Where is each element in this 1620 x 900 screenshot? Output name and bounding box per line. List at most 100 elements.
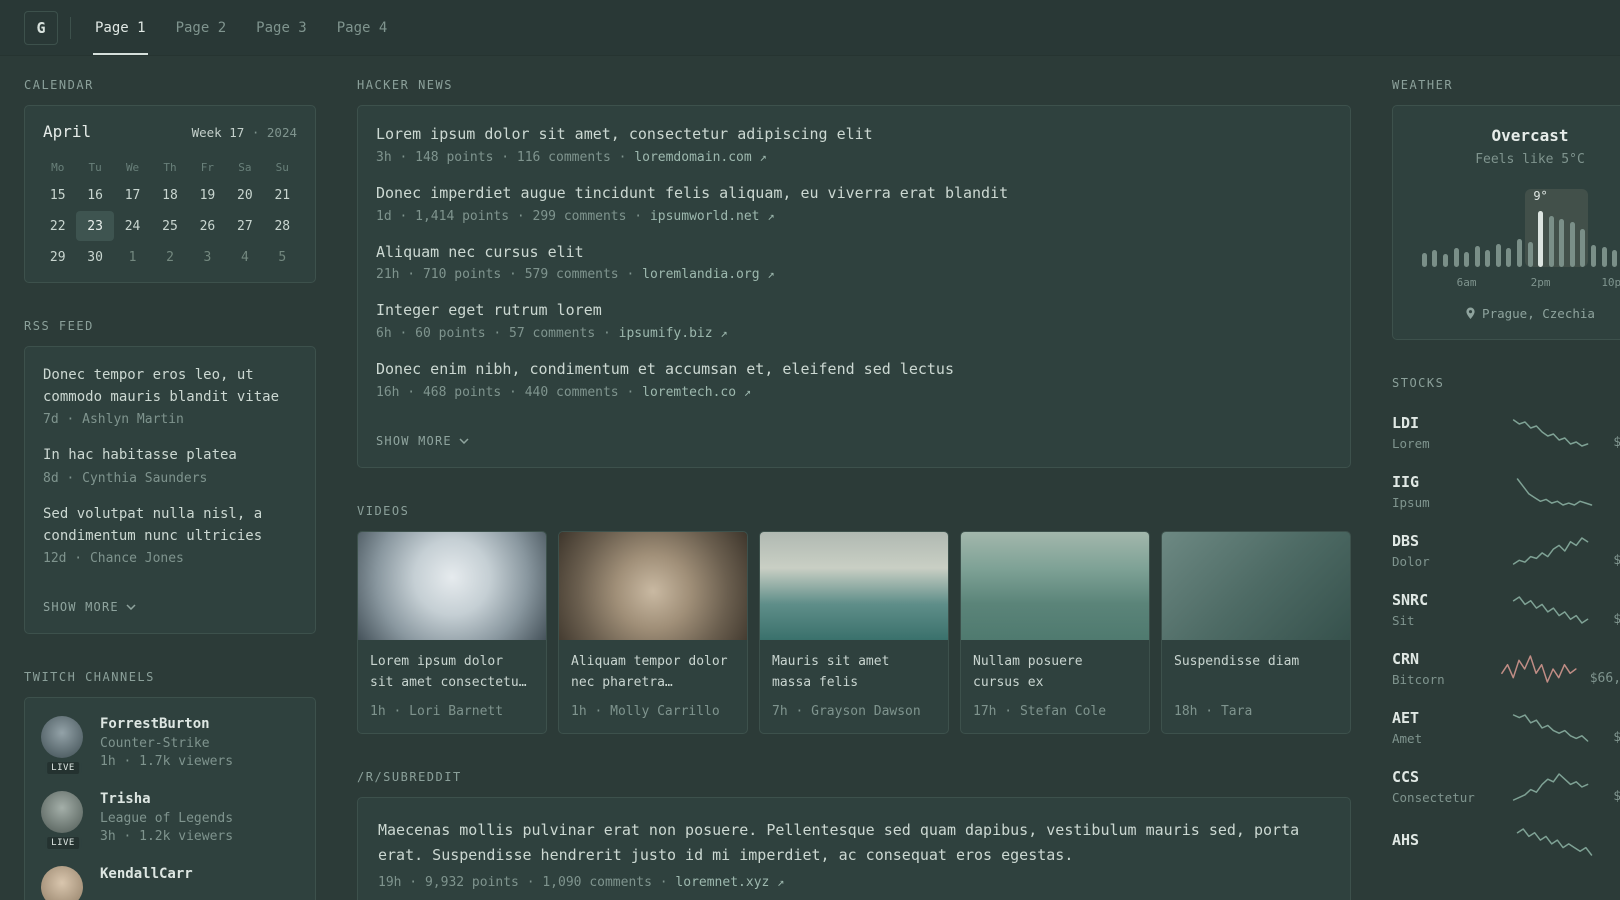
video-thumbnail[interactable] xyxy=(961,531,1149,640)
videos-widget: VIDEOS Lorem ipsum dolor sit amet consec… xyxy=(357,504,1351,734)
stock-sparkline xyxy=(1512,536,1589,565)
hn-item-domain-link[interactable]: loremlandia.org xyxy=(642,267,759,282)
stock-ticker: CCS xyxy=(1392,768,1420,786)
rss-item[interactable]: Donec tempor eros leo, ut commodo mauris… xyxy=(43,365,297,427)
tab-page-1[interactable]: Page 1 xyxy=(93,0,148,55)
rss-item[interactable]: Sed volutpat nulla nisl, a condimentum n… xyxy=(43,504,297,566)
hn-item[interactable]: Donec imperdiet augue tincidunt felis al… xyxy=(376,183,1332,224)
calendar-week-year: Week 17 · 2024 xyxy=(192,125,297,140)
tab-page-2[interactable]: Page 2 xyxy=(174,0,229,55)
weather-feels-like: Feels like 5°C xyxy=(1475,152,1585,167)
stock-row[interactable]: AET Amet +0.92% $499.72 xyxy=(1392,698,1620,757)
hn-item-domain-link[interactable]: loremtech.co xyxy=(642,385,736,400)
rss-item-title[interactable]: Sed volutpat nulla nisl, a condimentum n… xyxy=(43,504,297,547)
video-card[interactable]: Nullam posuere cursus ex 17h · Stefan Co… xyxy=(960,530,1150,734)
hn-item-title[interactable]: Aliquam nec cursus elit xyxy=(376,242,1332,264)
rss-item-title[interactable]: Donec tempor eros leo, ut commodo mauris… xyxy=(43,365,297,408)
separator-dot: · xyxy=(626,267,635,283)
channel-avatar xyxy=(41,791,83,834)
stock-row[interactable]: CCS Consectetur +0.51% $165.84 xyxy=(1392,757,1620,816)
video-thumbnail[interactable] xyxy=(760,531,948,640)
hn-item-title[interactable]: Integer eget rutrum lorem xyxy=(376,300,1332,322)
app-logo[interactable]: G xyxy=(24,10,58,45)
separator-dot: · xyxy=(251,125,260,140)
channel-game[interactable]: League of Legends xyxy=(100,811,233,826)
calendar-year: 2024 xyxy=(266,125,297,140)
hn-item-domain-link[interactable]: ipsumify.biz xyxy=(619,326,713,341)
calendar-day: 16 xyxy=(87,187,103,203)
hn-item-title[interactable]: Lorem ipsum dolor sit amet, consectetur … xyxy=(376,124,1332,146)
stock-row[interactable]: LDI Lorem +4.35% $795.18 xyxy=(1392,403,1620,462)
channel-name[interactable]: Trisha xyxy=(100,791,233,807)
video-title[interactable]: Suspendisse diam xyxy=(1174,652,1338,694)
weather-hour-bar xyxy=(1506,248,1512,267)
calendar-day: 5 xyxy=(278,249,287,265)
twitch-channel-row[interactable]: LIVE Trisha League of Legends 3h · 1.2k … xyxy=(41,791,299,852)
hn-item[interactable]: Lorem ipsum dolor sit amet, consectetur … xyxy=(376,124,1332,165)
weather-hour-bar xyxy=(1432,250,1438,267)
hn-item[interactable]: Donec enim nibh, condimentum et accumsan… xyxy=(376,359,1332,400)
stock-row[interactable]: IIG Ipsum +2.84% $42.04 xyxy=(1392,462,1620,521)
weather-hour-bar xyxy=(1516,239,1522,267)
video-card[interactable]: Aliquam tempor dolor nec pharetra… 1h · … xyxy=(558,530,748,734)
weather-hour-bar xyxy=(1453,248,1459,267)
stock-ticker: LDI xyxy=(1392,414,1420,432)
video-thumbnail[interactable] xyxy=(1162,531,1350,640)
hn-item-title[interactable]: Donec enim nibh, condimentum et accumsan… xyxy=(376,359,1332,381)
channel-name[interactable]: ForrestBurton xyxy=(100,716,233,732)
rss-show-more-button[interactable]: SHOW MORE xyxy=(43,600,136,614)
widget-title-hacker-news: HACKER NEWS xyxy=(357,78,453,92)
channel-name[interactable]: KendallCarr xyxy=(100,866,193,882)
channel-game[interactable]: Counter-Strike xyxy=(100,736,233,751)
dashboard-layout: CALENDAR April Week 17 · 2024 Mo Tu We Th Fr… xyxy=(0,56,1620,900)
stock-name: Lorem xyxy=(1392,436,1430,451)
twitch-channel-row[interactable]: KendallCarr xyxy=(41,866,299,900)
weather-location-label: Prague, Czechia xyxy=(1482,306,1595,321)
location-pin-icon xyxy=(1466,307,1475,319)
video-card[interactable]: Mauris sit amet massa felis 7h · Grayson… xyxy=(759,530,949,734)
stock-row[interactable]: DBS Dolor +1.42% $156.28 xyxy=(1392,521,1620,580)
stock-row[interactable]: CRN Bitcorn -1.00% $66,171.48 xyxy=(1392,639,1620,698)
twitch-channel-row[interactable]: LIVE ForrestBurton Counter-Strike 1h · 1… xyxy=(41,716,299,777)
rss-item[interactable]: In hac habitasse platea 8d · Cynthia Sau… xyxy=(43,445,297,486)
video-card[interactable]: Suspendisse diam 18h · Tara xyxy=(1161,530,1351,734)
video-card[interactable]: Lorem ipsum dolor sit amet consectetu… 1… xyxy=(357,530,547,734)
hn-item-domain-link[interactable]: ipsumworld.net xyxy=(650,209,760,224)
hn-item[interactable]: Aliquam nec cursus elit 21h · 710 points… xyxy=(376,242,1332,283)
stock-row[interactable]: SNRC Sit +1.36% $148.64 xyxy=(1392,580,1620,639)
hn-item-domain-link[interactable]: loremdomain.com xyxy=(634,150,751,165)
stock-row[interactable]: AHS +0.46% xyxy=(1392,816,1620,868)
stock-change: +0.51% xyxy=(1613,770,1620,785)
video-title[interactable]: Lorem ipsum dolor sit amet consectetu… xyxy=(370,652,534,694)
hn-item-stats: 1d · 1,414 points · 299 comments xyxy=(376,208,627,224)
rss-item-title[interactable]: In hac habitasse platea xyxy=(43,445,297,467)
stock-ticker: IIG xyxy=(1392,473,1420,491)
hn-item-meta: 6h · 60 points · 57 comments · ipsumify.… xyxy=(376,326,1332,341)
weather-hour-bar xyxy=(1580,229,1586,267)
video-title[interactable]: Aliquam tempor dolor nec pharetra… xyxy=(571,652,735,694)
hn-item[interactable]: Integer eget rutrum lorem 6h · 60 points… xyxy=(376,300,1332,341)
subreddit-post-domain-link[interactable]: loremnet.xyz xyxy=(675,875,769,890)
weather-hour-bar xyxy=(1569,222,1575,267)
subreddit-post-title[interactable]: Maecenas mollis pulvinar erat non posuer… xyxy=(378,818,1330,868)
calendar-day: 23 xyxy=(76,211,114,241)
calendar-day: 3 xyxy=(203,249,212,265)
weather-hour-bar xyxy=(1421,253,1427,267)
calendar-day: 17 xyxy=(124,187,141,203)
middle-column: HACKER NEWS Lorem ipsum dolor sit amet, … xyxy=(357,78,1351,900)
video-title[interactable]: Mauris sit amet massa felis xyxy=(772,652,936,694)
tab-page-4[interactable]: Page 4 xyxy=(335,0,390,55)
calendar-weekday: Fr xyxy=(200,160,215,174)
show-more-label: SHOW MORE xyxy=(376,433,452,448)
weather-hour-bar xyxy=(1495,244,1501,267)
video-title[interactable]: Nullam posuere cursus ex xyxy=(973,652,1137,694)
hn-show-more-button[interactable]: SHOW MORE xyxy=(376,434,469,448)
external-link-icon: ↗ xyxy=(720,326,728,340)
separator-dot: · xyxy=(634,208,643,224)
hn-item-title[interactable]: Donec imperdiet augue tincidunt felis al… xyxy=(376,183,1332,205)
tab-page-3[interactable]: Page 3 xyxy=(254,0,309,55)
calendar-day: 24 xyxy=(124,218,141,234)
video-thumbnail[interactable] xyxy=(358,531,546,640)
video-thumbnail[interactable] xyxy=(559,531,747,640)
stock-name: Dolor xyxy=(1392,554,1430,569)
